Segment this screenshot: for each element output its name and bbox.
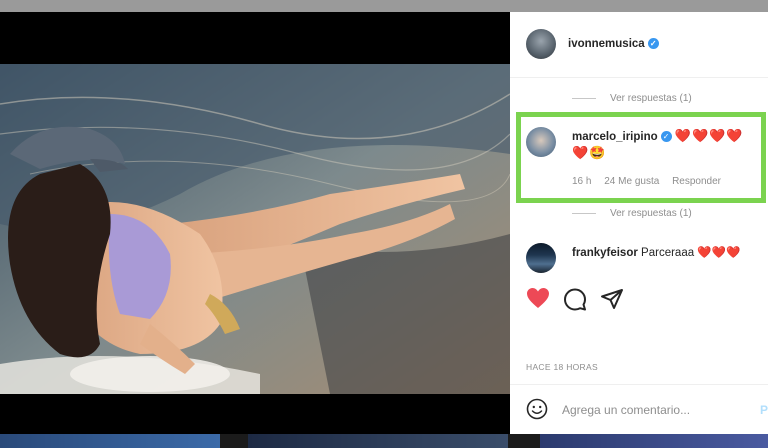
comment-icon[interactable] (563, 287, 587, 316)
comment-input[interactable] (562, 401, 742, 419)
author-avatar[interactable] (526, 29, 556, 59)
comment-text-line2: ❤️🤩 (572, 145, 607, 160)
commenter-username[interactable]: marcelo_iripino (572, 131, 658, 143)
thumbnail[interactable] (248, 434, 508, 448)
top-bar (0, 0, 768, 12)
comment-text: ❤️❤️❤️❤️ (674, 128, 744, 143)
comment-text-2: Parceraaa ❤️❤️❤️ (641, 247, 741, 259)
emoji-icon[interactable] (526, 398, 548, 425)
like-icon[interactable] (526, 287, 550, 314)
comment-time[interactable]: 16 h (572, 176, 591, 187)
highlighted-comment-box (516, 112, 766, 203)
replies-divider (572, 97, 596, 99)
comment-composer: P (510, 384, 768, 434)
commenter-avatar-2[interactable] (526, 243, 556, 273)
commenter-avatar[interactable] (526, 127, 556, 157)
verified-icon: ✓ (647, 38, 659, 50)
next-comment: frankyfeisor Parceraaa ❤️❤️❤️ (572, 245, 740, 259)
post-header: ivonnemusica ✓ (510, 12, 768, 78)
commenter-username-2[interactable]: frankyfeisor (572, 247, 638, 259)
highlighted-comment: marcelo_iripino ✓ ❤️❤️❤️❤️ (572, 128, 744, 144)
view-replies-label[interactable]: Ver respuestas (1) (610, 208, 692, 219)
view-replies-label[interactable]: Ver respuestas (1) (610, 93, 692, 104)
post-media (0, 12, 510, 434)
verified-icon: ✓ (660, 131, 672, 143)
view-replies-link-2[interactable]: Ver respuestas (1) (572, 208, 692, 219)
author-name[interactable]: ivonnemusica (568, 38, 645, 50)
comment-meta: 16 h 24 Me gusta Responder (572, 176, 731, 187)
post-photo[interactable] (0, 64, 510, 394)
author-username[interactable]: ivonnemusica ✓ (568, 38, 659, 50)
view-replies-link[interactable]: Ver respuestas (1) (572, 93, 692, 104)
share-icon[interactable] (600, 287, 624, 316)
bottom-thumbnails (0, 434, 768, 448)
reply-button[interactable]: Responder (672, 176, 721, 187)
post-comment-button[interactable]: P (760, 403, 768, 417)
post-actions-bar (510, 287, 768, 317)
beach-photo-illustration (0, 64, 510, 394)
replies-divider (572, 212, 596, 214)
post-timestamp[interactable]: HACE 18 HORAS (526, 362, 598, 372)
thumbnail[interactable] (540, 434, 768, 448)
thumbnail[interactable] (0, 434, 220, 448)
comment-likes[interactable]: 24 Me gusta (604, 176, 659, 187)
post-side-panel: ivonnemusica ✓ Ver respuestas (1) marcelo… (510, 12, 768, 434)
